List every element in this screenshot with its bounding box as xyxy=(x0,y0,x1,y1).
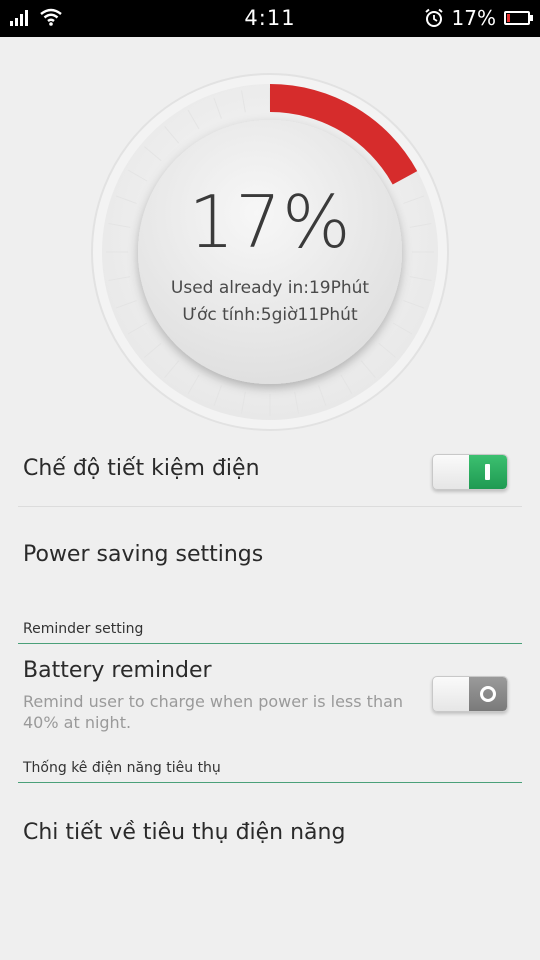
power-saving-mode-row[interactable]: Chế độ tiết kiệm điện xyxy=(0,440,540,506)
consumption-details-row[interactable]: Chi tiết về tiêu thụ điện năng xyxy=(0,786,540,882)
section-divider xyxy=(18,782,522,783)
section-divider xyxy=(18,643,522,644)
gauge-center: 17% Used already in:19Phút Ước tính:5giờ… xyxy=(90,72,450,432)
status-right: 17% xyxy=(424,6,533,30)
power-saving-settings-row[interactable]: Power saving settings xyxy=(0,508,540,604)
status-bar: 4:11 17% xyxy=(0,0,540,37)
battery-reminder-row[interactable]: Battery reminder Remind user to charge w… xyxy=(0,648,540,744)
battery-gauge: 17% Used already in:19Phút Ước tính:5giờ… xyxy=(90,72,450,432)
battery-icon xyxy=(504,11,533,25)
battery-fill xyxy=(507,14,510,22)
toggle-off-knob xyxy=(469,677,507,711)
toggle-on-knob xyxy=(469,455,507,489)
consumption-details-label: Chi tiết về tiêu thụ điện năng xyxy=(23,820,346,845)
estimated-time-text: Ước tính:5giờ11Phút xyxy=(182,305,358,325)
used-time-text: Used already in:19Phút xyxy=(170,278,370,298)
battery-percent-text: 17% xyxy=(451,6,496,30)
reminder-section-header: Reminder setting xyxy=(23,621,144,637)
alarm-icon xyxy=(424,8,443,27)
battery-percent: 17% xyxy=(188,180,352,264)
battery-reminder-toggle[interactable] xyxy=(432,676,508,712)
power-saving-mode-label: Chế độ tiết kiệm điện xyxy=(23,456,260,481)
power-saving-mode-toggle[interactable] xyxy=(432,454,508,490)
divider xyxy=(18,506,522,507)
battery-reminder-label: Battery reminder xyxy=(23,658,212,683)
battery-reminder-description: Remind user to charge when power is less… xyxy=(23,692,404,732)
stats-section-header: Thống kê điện năng tiêu thụ xyxy=(23,760,221,776)
power-saving-settings-label: Power saving settings xyxy=(23,542,264,567)
